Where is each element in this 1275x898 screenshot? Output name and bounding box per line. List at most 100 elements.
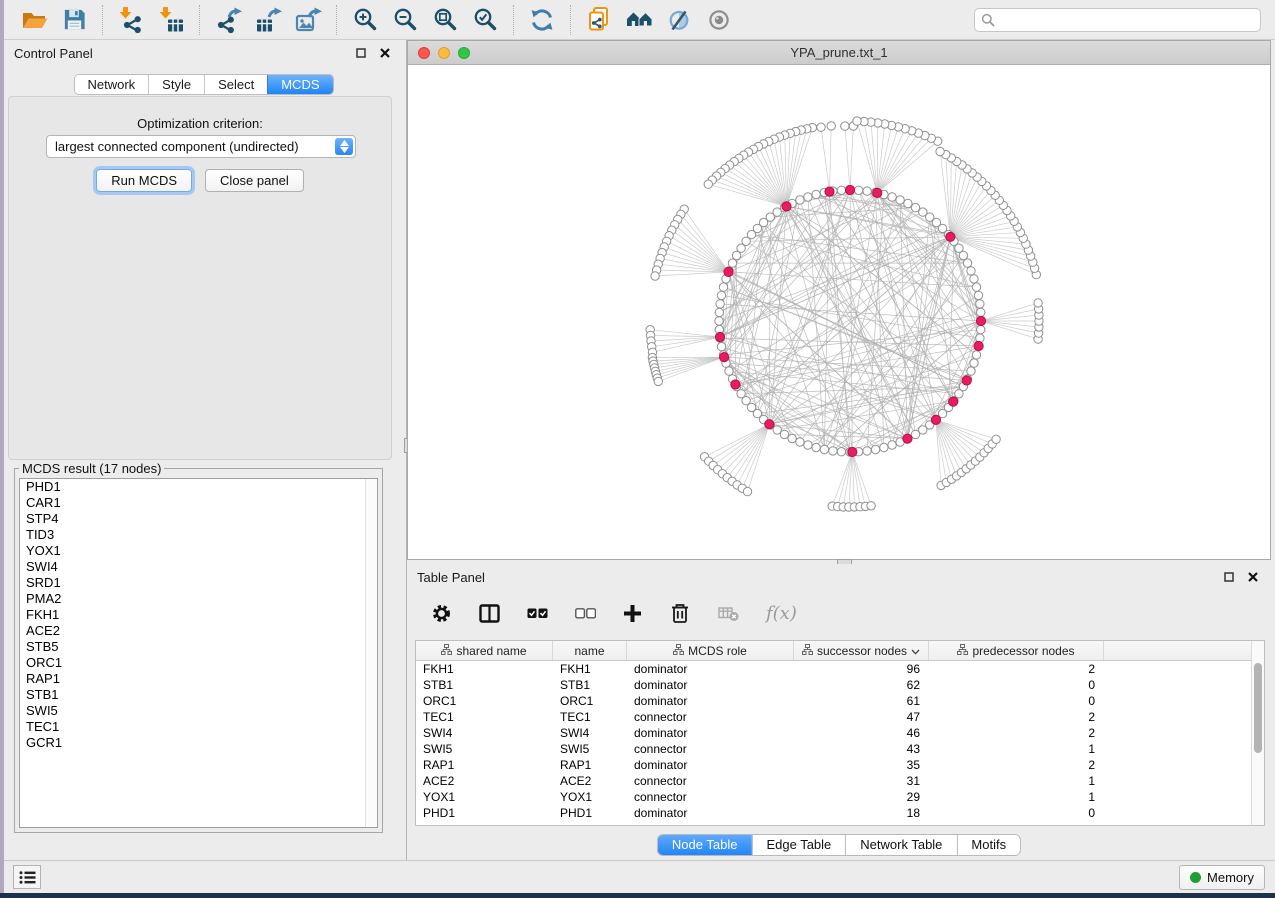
mcds-result-item[interactable]: RAP1 xyxy=(20,671,377,687)
hide-graphics-details-button[interactable] xyxy=(664,5,694,35)
search-input[interactable] xyxy=(995,12,1254,27)
search-icon xyxy=(981,13,995,27)
table-panel: Table Panel xyxy=(407,564,1271,860)
mcds-result-item[interactable]: STB5 xyxy=(20,639,377,655)
mcds-result-item[interactable]: SRD1 xyxy=(20,575,377,591)
tab-network[interactable]: Network xyxy=(74,75,148,94)
zoom-selected-button[interactable] xyxy=(470,5,500,35)
select-all-checkboxes-icon[interactable] xyxy=(527,608,548,619)
share-document-icon xyxy=(586,6,612,33)
refresh-button[interactable] xyxy=(527,5,557,35)
mcds-result-item[interactable]: TEC1 xyxy=(20,719,377,735)
refresh-icon xyxy=(529,7,555,33)
export-table-icon xyxy=(255,7,282,33)
task-history-button[interactable] xyxy=(13,865,41,889)
zoom-in-button[interactable] xyxy=(350,5,380,35)
eye-icon xyxy=(706,7,732,33)
mcds-result-item[interactable]: YOX1 xyxy=(20,543,377,559)
run-mcds-button[interactable]: Run MCDS xyxy=(96,169,192,192)
sort-chevron-icon xyxy=(911,644,920,658)
table-row[interactable]: YOX1YOX1connector291 xyxy=(416,789,1264,805)
mcds-list-scrollbar[interactable] xyxy=(365,479,377,827)
zoom-out-button[interactable] xyxy=(390,5,420,35)
mcds-result-item[interactable]: ACE2 xyxy=(20,623,377,639)
hierarchy-icon xyxy=(957,644,968,658)
tab-node-table[interactable]: Node Table xyxy=(658,835,752,855)
network-home-button[interactable] xyxy=(624,5,654,35)
mcds-result-item[interactable]: PMA2 xyxy=(20,591,377,607)
share-document-button[interactable] xyxy=(584,5,614,35)
tab-select[interactable]: Select xyxy=(204,75,267,94)
table-row[interactable]: RAP1RAP1dominator352 xyxy=(416,757,1264,773)
column-header-successor-nodes[interactable]: successor nodes xyxy=(794,641,929,660)
hierarchy-icon xyxy=(802,644,813,658)
zoom-fit-button[interactable] xyxy=(430,5,460,35)
control-panel-title: Control Panel xyxy=(14,46,93,61)
table-scrollbar-thumb[interactable] xyxy=(1254,663,1262,753)
table-row[interactable]: PHD1PHD1dominator180 xyxy=(416,805,1264,821)
function-builder-icon[interactable]: f(x) xyxy=(766,603,797,624)
save-session-button[interactable] xyxy=(59,5,89,35)
table-panel-tabs: Node TableEdge TableNetwork TableMotifs xyxy=(657,834,1021,856)
tab-mcds[interactable]: MCDS xyxy=(267,75,332,94)
tab-style[interactable]: Style xyxy=(148,75,204,94)
list-icon xyxy=(19,870,36,885)
tab-edge-table[interactable]: Edge Table xyxy=(751,835,845,855)
mcds-result-item[interactable]: ORC1 xyxy=(20,655,377,671)
toolbar-separator xyxy=(513,5,514,35)
split-columns-icon[interactable] xyxy=(479,604,500,623)
import-table-button[interactable] xyxy=(156,5,186,35)
float-panel-icon[interactable] xyxy=(1221,569,1237,585)
gear-icon[interactable] xyxy=(431,603,452,624)
clear-checkboxes-icon[interactable] xyxy=(575,608,596,619)
delete-table-icon[interactable] xyxy=(718,604,739,622)
mcds-result-item[interactable]: STP4 xyxy=(20,511,377,527)
node-table: shared namenameMCDS rolesuccessor nodesp… xyxy=(415,640,1265,826)
table-row[interactable]: ACE2ACE2connector311 xyxy=(416,773,1264,789)
mcds-result-item[interactable]: GCR1 xyxy=(20,735,377,751)
zoom-selected-icon xyxy=(473,7,498,32)
mcds-result-item[interactable]: SWI5 xyxy=(20,703,377,719)
open-file-button[interactable] xyxy=(19,5,49,35)
column-header-predecessor-nodes[interactable]: predecessor nodes xyxy=(929,641,1104,660)
float-panel-icon[interactable] xyxy=(353,45,369,61)
table-row[interactable]: FKH1FKH1dominator962 xyxy=(416,661,1264,677)
save-icon xyxy=(62,7,87,32)
birds-eye-view-button[interactable] xyxy=(704,5,734,35)
mcds-result-item[interactable]: FKH1 xyxy=(20,607,377,623)
mcds-pane: Optimization criterion: largest connecte… xyxy=(8,96,392,460)
mcds-result-item[interactable]: SWI4 xyxy=(20,559,377,575)
mcds-result-list: PHD1CAR1STP4TID3YOX1SWI4SRD1PMA2FKH1ACE2… xyxy=(19,478,378,828)
mcds-result-item[interactable]: TID3 xyxy=(20,527,377,543)
memory-button[interactable]: Memory xyxy=(1179,865,1265,890)
tab-motifs[interactable]: Motifs xyxy=(956,835,1020,855)
export-image-button[interactable] xyxy=(293,5,323,35)
network-canvas[interactable] xyxy=(408,65,1270,559)
delete-column-icon[interactable] xyxy=(669,603,691,624)
export-table-button[interactable] xyxy=(253,5,283,35)
table-scrollbar[interactable] xyxy=(1251,641,1264,825)
table-row[interactable]: ORC1ORC1dominator610 xyxy=(416,693,1264,709)
add-column-icon[interactable] xyxy=(623,604,642,623)
network-window-title: YPA_prune.txt_1 xyxy=(408,45,1270,60)
close-panel-icon[interactable] xyxy=(1245,569,1261,585)
control-panel: Control Panel NetworkStyleSelectMCDS Opt… xyxy=(4,40,403,860)
toolbar-separator xyxy=(102,5,103,35)
table-row[interactable]: TEC1TEC1connector472 xyxy=(416,709,1264,725)
export-network-button[interactable] xyxy=(213,5,243,35)
column-header-shared-name[interactable]: shared name xyxy=(416,641,553,660)
tab-network-table[interactable]: Network Table xyxy=(845,835,956,855)
column-header-MCDS-role[interactable]: MCDS role xyxy=(627,641,794,660)
mcds-result-item[interactable]: STB1 xyxy=(20,687,377,703)
column-header-name[interactable]: name xyxy=(553,641,627,660)
import-network-button[interactable] xyxy=(116,5,146,35)
table-row[interactable]: SWI5SWI5connector431 xyxy=(416,741,1264,757)
mcds-result-item[interactable]: CAR1 xyxy=(20,495,377,511)
table-row[interactable]: STB1STB1dominator620 xyxy=(416,677,1264,693)
close-panel-icon[interactable] xyxy=(377,45,393,61)
optimization-criterion-select[interactable]: largest connected component (undirected) xyxy=(46,135,356,158)
open-folder-icon xyxy=(21,7,48,33)
mcds-result-item[interactable]: PHD1 xyxy=(20,479,377,495)
table-row[interactable]: SWI4SWI4dominator462 xyxy=(416,725,1264,741)
close-panel-button[interactable]: Close panel xyxy=(205,169,304,192)
